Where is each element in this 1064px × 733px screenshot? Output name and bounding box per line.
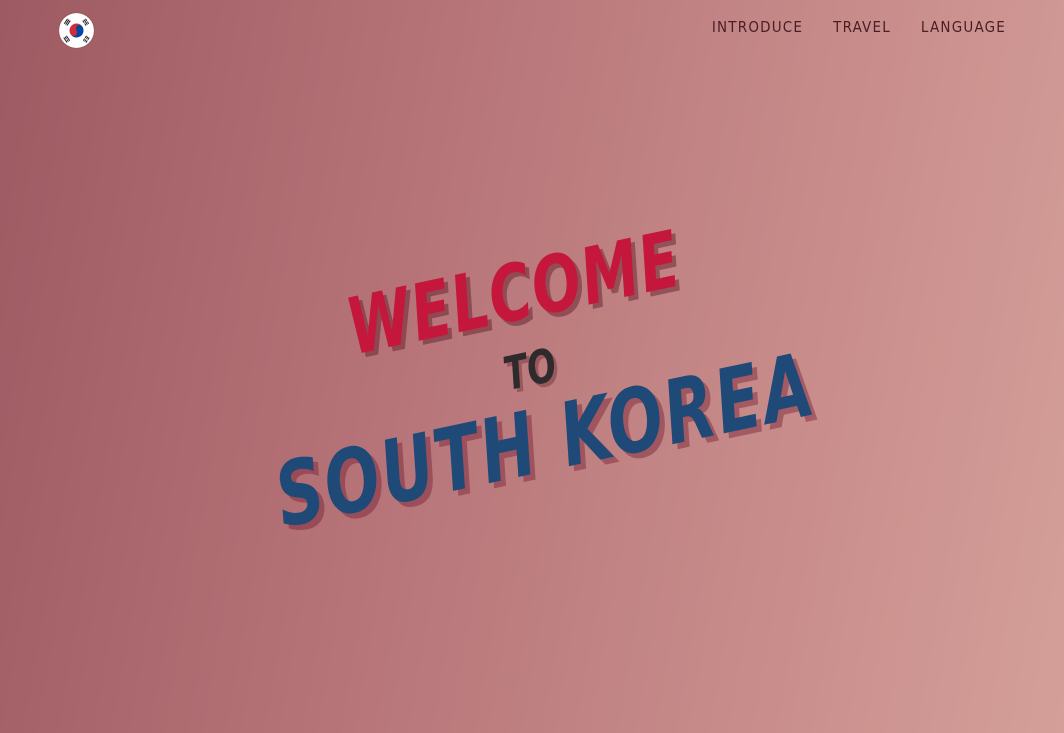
hero-section: WELCOME TO SOUTH KOREA (0, 0, 1064, 733)
